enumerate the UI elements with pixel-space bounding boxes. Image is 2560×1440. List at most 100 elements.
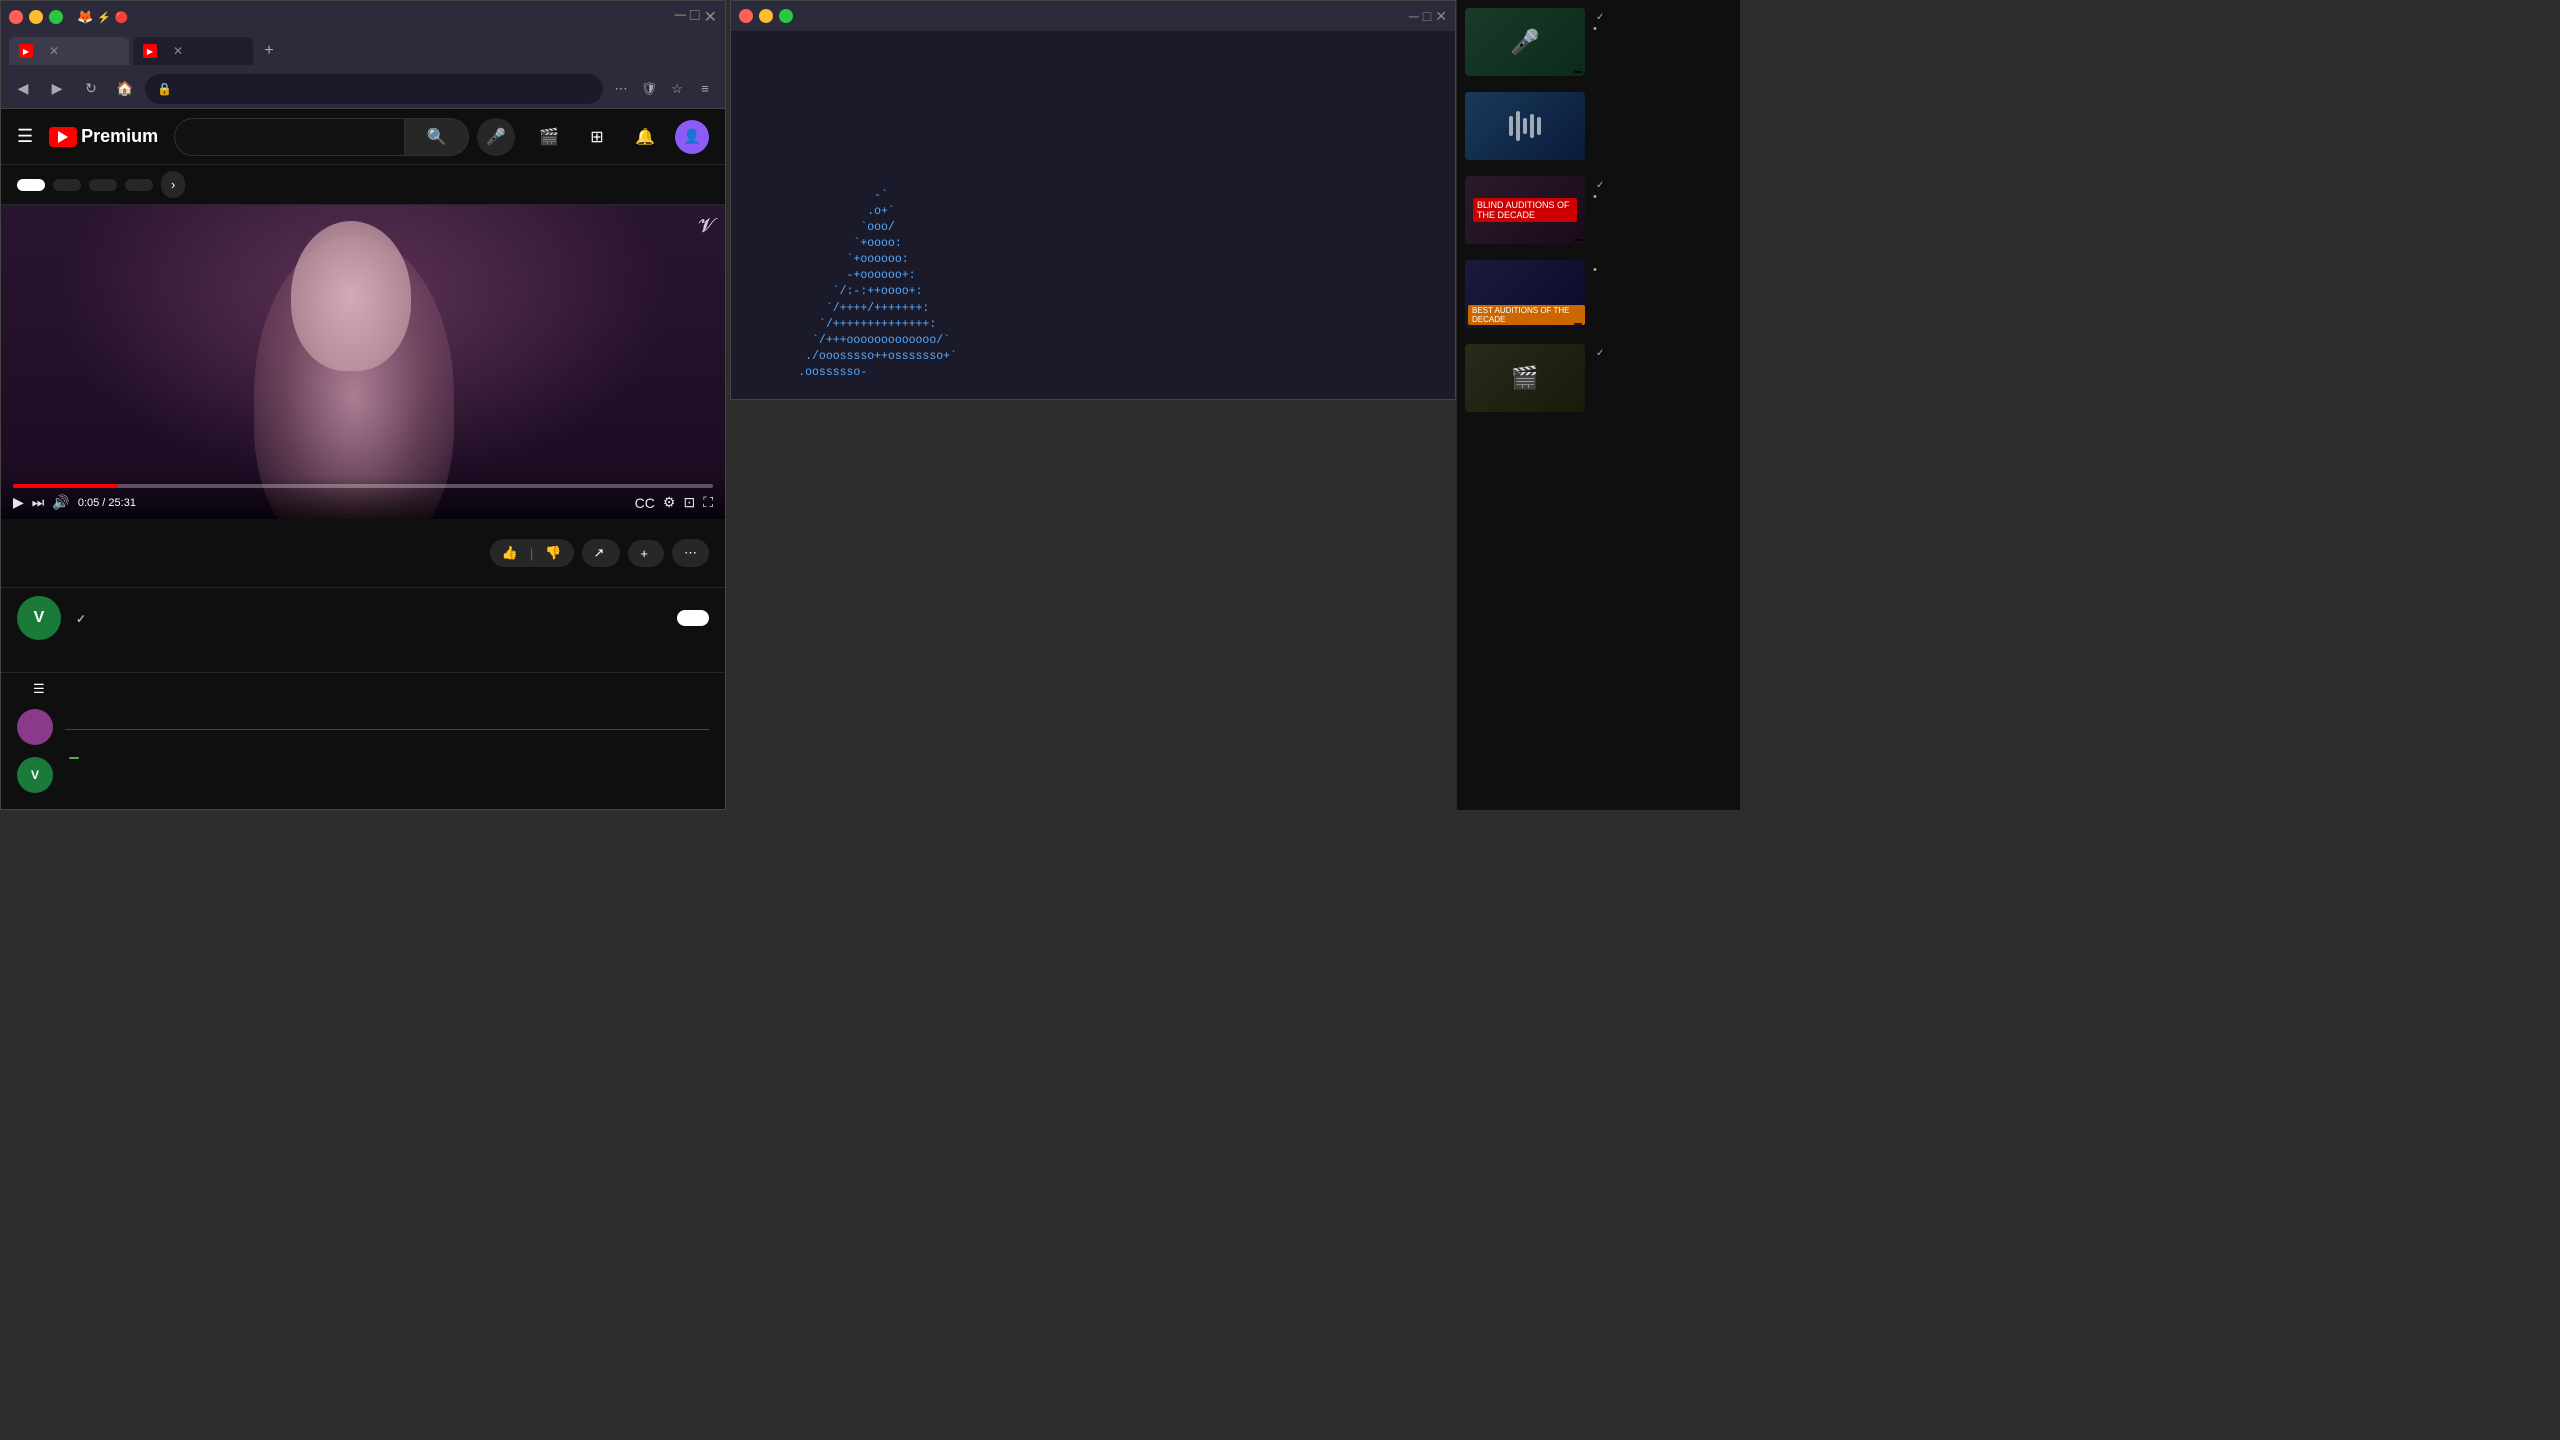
vc-icons: CC ⚙ ⊡ ⛶ (635, 494, 713, 511)
terminal-max-btn[interactable] (779, 9, 793, 23)
recommended-panel: 🎤 ✓ • (1456, 0, 1740, 810)
author-badge (69, 757, 79, 759)
rec-video-3[interactable]: BLIND AUDITIONS OF THE DECADE ✓ • (1457, 168, 1740, 252)
subscribe-button[interactable] (677, 610, 709, 626)
firefox-restore-icon[interactable]: □ (690, 7, 700, 27)
pinned-comment: V (17, 757, 709, 793)
yt-menu-icon[interactable]: ☰ (17, 126, 33, 147)
rec-thumb-4: BEST AUDITIONS OF THE DECADE (1465, 260, 1585, 328)
rec-meta-4: • (1593, 264, 1732, 276)
refresh-button[interactable]: ↻ (77, 75, 105, 103)
firefox-max-btn[interactable] (49, 10, 63, 24)
user-avatar (17, 709, 53, 745)
thumbs-up-icon: 👍 (502, 545, 518, 561)
firefox-toolbar: ◀ ▶ ↻ 🏠 🔒 ⋯ 🛡 ☆ ≡ (1, 69, 725, 109)
subtitles-button[interactable]: CC (635, 495, 655, 511)
sort-by-button[interactable]: ☰ (33, 681, 51, 697)
progress-bar[interactable] (13, 484, 713, 488)
youtube-play-triangle (58, 131, 68, 143)
channel-info: V ✓ (1, 587, 725, 648)
wave-bar-2 (1516, 111, 1520, 141)
tab-2-favicon: ▶ (143, 44, 157, 58)
bookmark-icon[interactable]: ☆ (665, 77, 689, 101)
fullscreen-button[interactable]: ⛶ (703, 494, 713, 511)
show-more-button[interactable] (1, 664, 725, 672)
yt-upload-icon[interactable]: 🎬 (531, 119, 567, 155)
wave-bar-5 (1537, 117, 1541, 135)
ascii-line-6: -+oooooo+: (743, 268, 957, 284)
yt-search-area: 🔍 🎤 (174, 118, 515, 156)
video-player[interactable]: 𝓥 ▶ ⏭ 🔊 0:05 / 25:31 CC (1, 205, 725, 519)
terminal-min-btn[interactable] (759, 9, 773, 23)
tab-2[interactable]: ▶ ✕ (133, 37, 253, 65)
comment-input[interactable] (65, 725, 709, 730)
terminal-content[interactable]: -` .o+` `ooo/ `+oooo: `+oooooo: -+oooooo… (731, 31, 1455, 399)
term-line-2 (743, 87, 1443, 135)
firefox-tabs: ▶ ✕ ▶ ✕ + (1, 33, 725, 69)
pinned-author-avatar: V (17, 757, 53, 793)
rec-thumb-5-visual: 🎬 (1465, 344, 1585, 412)
home-button[interactable]: 🏠 (111, 75, 139, 103)
yt-mic-button[interactable]: 🎤 (477, 118, 515, 156)
extensions-icon[interactable]: ⋯ (609, 77, 633, 101)
terminal-x-icon[interactable]: ✕ (1435, 8, 1447, 25)
yt-user-avatar[interactable]: 👤 (675, 120, 709, 154)
more-actions-button[interactable]: ⋯ (672, 539, 709, 567)
firefox-min-btn[interactable] (29, 10, 43, 24)
yt-notifications-icon[interactable]: 🔔 (627, 119, 663, 155)
yt-apps-icon[interactable]: ⊞ (579, 119, 615, 155)
yt-search-input[interactable] (174, 118, 405, 156)
thumbs-down-icon: 👎 (545, 545, 561, 561)
rec-video-4[interactable]: BEST AUDITIONS OF THE DECADE • (1457, 252, 1740, 336)
video-meta-row: 👍 | 👎 ↗ + (17, 539, 709, 567)
firefox-close-btn[interactable] (9, 10, 23, 24)
rec-channel-5: ✓ (1593, 348, 1732, 359)
rec-video-2[interactable] (1457, 84, 1740, 168)
url-bar[interactable]: 🔒 (145, 74, 603, 104)
save-button[interactable]: + (628, 540, 664, 567)
new-tab-button[interactable]: + (257, 39, 281, 63)
firefox-x-icon[interactable]: ✕ (704, 7, 717, 27)
tab-2-close[interactable]: ✕ (173, 44, 183, 58)
shield-icon[interactable]: 🛡 (637, 77, 661, 101)
terminal-min-icon[interactable]: ─ (1409, 8, 1419, 25)
like-button[interactable]: 👍 | 👎 (490, 539, 574, 567)
terminal-close-btn[interactable] (739, 9, 753, 23)
video-voice-logo: 𝓥 (698, 215, 715, 238)
firefox-titlebar: 🦊 ⚡ 🔴 ─ □ ✕ (1, 1, 725, 33)
back-button[interactable]: ◀ (9, 75, 37, 103)
rec-info-5: ✓ (1593, 344, 1732, 412)
rec-verified-3: ✓ (1596, 180, 1604, 191)
yt-search-button[interactable]: 🔍 (405, 118, 469, 156)
rec-thumb-5: 🎬 (1465, 344, 1585, 412)
rec-video-1[interactable]: 🎤 ✓ • (1457, 0, 1740, 84)
rec-duration-3 (1574, 239, 1582, 241)
filter-blind-auditions[interactable] (53, 179, 81, 191)
tab-1-close[interactable]: ✕ (49, 44, 59, 58)
video-controls: ▶ ⏭ 🔊 0:05 / 25:31 CC ⚙ ⊡ ⛶ (1, 476, 725, 519)
rec-thumb-2 (1465, 92, 1585, 160)
volume-button[interactable]: 🔊 (52, 494, 69, 511)
terminal-restore-icon[interactable]: □ (1423, 8, 1431, 25)
firefox-min-icon[interactable]: ─ (675, 7, 686, 27)
play-pause-button[interactable]: ▶ (13, 494, 24, 511)
filter-more-button[interactable]: › (161, 171, 185, 198)
filter-all[interactable] (17, 179, 45, 191)
next-button[interactable]: ⏭ (32, 494, 45, 511)
share-button[interactable]: ↗ (582, 539, 621, 567)
forward-button[interactable]: ▶ (43, 75, 71, 103)
tab-1[interactable]: ▶ ✕ (9, 37, 129, 65)
rec-video-5[interactable]: 🎬 ✓ (1457, 336, 1740, 420)
rec-thumb-1: 🎤 (1465, 8, 1585, 76)
wave-bar-3 (1523, 118, 1527, 134)
comments-section: ☰ V (1, 672, 725, 809)
wave-bar-1 (1509, 116, 1513, 136)
theater-button[interactable]: ⊡ (683, 494, 695, 511)
yt-premium-label: Premium (81, 126, 158, 147)
filter-vocal-music[interactable] (89, 179, 117, 191)
more-icon[interactable]: ≡ (693, 77, 717, 101)
yt-filter-bar: › (1, 165, 725, 205)
settings-button[interactable]: ⚙ (663, 494, 676, 511)
filter-related[interactable] (125, 179, 153, 191)
yt-logo[interactable]: Premium (49, 126, 158, 147)
